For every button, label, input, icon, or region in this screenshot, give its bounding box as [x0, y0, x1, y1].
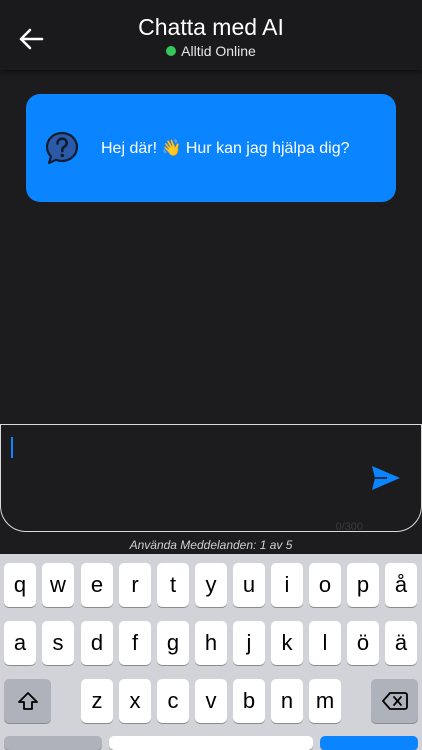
key-z[interactable]: z — [81, 679, 113, 723]
chat-header: Chatta med AI Alltid Online — [0, 0, 422, 70]
key-g[interactable]: g — [157, 621, 189, 665]
key-a[interactable]: a — [4, 621, 36, 665]
key-i[interactable]: i — [271, 563, 303, 607]
key-p[interactable]: p — [347, 563, 379, 607]
key-h[interactable]: h — [195, 621, 227, 665]
key-y[interactable]: y — [195, 563, 227, 607]
key-c[interactable]: c — [157, 679, 189, 723]
key-x[interactable]: x — [119, 679, 151, 723]
key-s[interactable]: s — [42, 621, 74, 665]
delete-key[interactable] — [371, 679, 418, 723]
numbers-key[interactable] — [4, 736, 102, 750]
space-key[interactable] — [109, 736, 313, 750]
online-status: Alltid Online — [0, 43, 422, 59]
key-t[interactable]: t — [157, 563, 189, 607]
key-b[interactable]: b — [233, 679, 265, 723]
send-icon — [372, 466, 400, 490]
key-o[interactable]: o — [309, 563, 341, 607]
key-k[interactable]: k — [271, 621, 303, 665]
key-f[interactable]: f — [119, 621, 151, 665]
page-title: Chatta med AI — [138, 14, 284, 40]
key-d[interactable]: d — [81, 621, 113, 665]
message-composer: 0/300 — [0, 424, 422, 533]
key-j[interactable]: j — [233, 621, 265, 665]
shift-icon — [17, 692, 38, 710]
shift-key[interactable] — [4, 679, 51, 723]
text-caret — [11, 437, 13, 458]
return-key[interactable] — [320, 736, 418, 750]
ai-message-text: Hej där! 👋 Hur kan jag hjälpa dig? — [101, 140, 350, 157]
status-dot — [166, 46, 177, 56]
status-label: Alltid Online — [181, 43, 256, 59]
key-a-umlaut[interactable]: ä — [385, 621, 417, 665]
key-l[interactable]: l — [309, 621, 341, 665]
key-q[interactable]: q — [4, 563, 36, 607]
key-m[interactable]: m — [309, 679, 341, 723]
character-counter: 0/300 — [335, 521, 363, 533]
key-e[interactable]: e — [81, 563, 113, 607]
backspace-icon — [381, 692, 408, 710]
send-button[interactable] — [369, 463, 403, 493]
question-chat-icon — [44, 130, 80, 166]
message-input[interactable] — [11, 433, 361, 509]
chat-messages: Hej där! 👋 Hur kan jag hjälpa dig? — [0, 70, 422, 424]
key-u[interactable]: u — [233, 563, 265, 607]
keyboard: q w e r t y u i o p å a s d f g h j k l … — [0, 554, 422, 750]
key-a-ring[interactable]: å — [385, 563, 417, 607]
key-o-umlaut[interactable]: ö — [347, 621, 379, 665]
key-w[interactable]: w — [42, 563, 74, 607]
key-v[interactable]: v — [195, 679, 227, 723]
key-r[interactable]: r — [119, 563, 151, 607]
key-n[interactable]: n — [271, 679, 303, 723]
ai-message-bubble: Hej där! 👋 Hur kan jag hjälpa dig? — [26, 94, 396, 202]
usage-counter: Använda Meddelanden: 1 av 5 — [129, 538, 293, 552]
